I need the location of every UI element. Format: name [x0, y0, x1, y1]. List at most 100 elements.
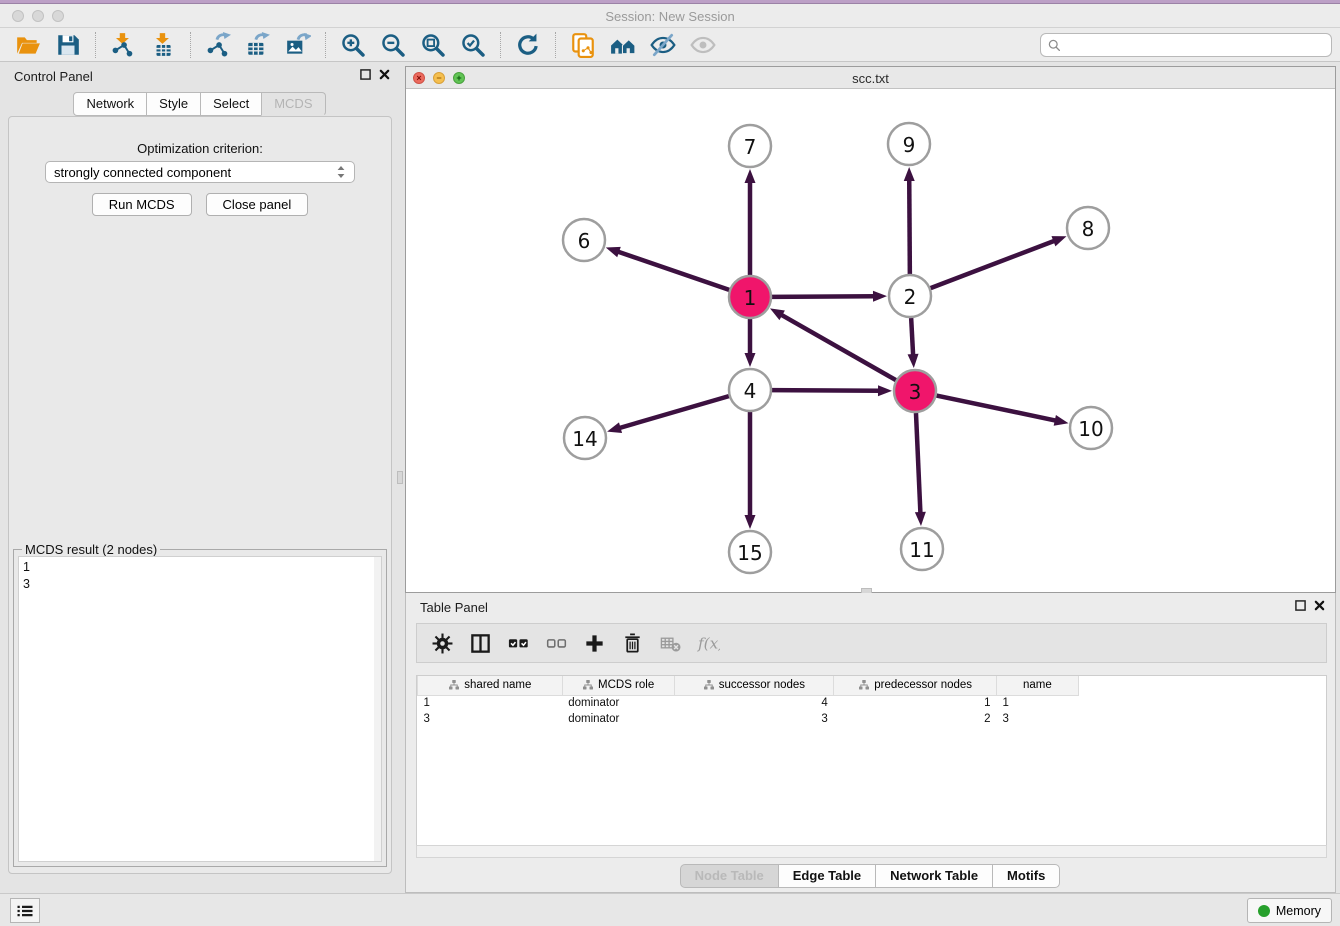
float-panel-icon[interactable]	[360, 69, 371, 80]
table-cell[interactable]: 2	[834, 711, 997, 727]
table-options-button[interactable]	[425, 628, 459, 658]
tab-motifs[interactable]: Motifs	[992, 864, 1060, 888]
search-box[interactable]	[1040, 33, 1332, 57]
float-table-panel-icon[interactable]	[1295, 600, 1306, 611]
zoom-out-icon	[380, 32, 406, 58]
tab-network-table[interactable]: Network Table	[875, 864, 993, 888]
close-table-panel-icon[interactable]	[1314, 600, 1325, 611]
open-session-button[interactable]	[8, 30, 48, 60]
search-input[interactable]	[1062, 38, 1325, 52]
table-cell[interactable]: 1	[997, 695, 1079, 711]
table-horizontal-scrollbar[interactable]	[416, 845, 1327, 858]
edge-3-10[interactable]	[937, 396, 1057, 421]
table-cell[interactable]: 1	[834, 695, 997, 711]
table-cell[interactable]: 3	[418, 711, 563, 727]
tab-edge-table[interactable]: Edge Table	[778, 864, 876, 888]
memory-button[interactable]: Memory	[1247, 898, 1332, 923]
table-row[interactable]: 3dominator323	[418, 711, 1327, 727]
deselect-all-button[interactable]	[539, 628, 573, 658]
tab-mcds[interactable]: MCDS	[261, 92, 325, 116]
edge-1-2[interactable]	[772, 296, 875, 297]
select-arrows-icon	[336, 165, 346, 179]
export-image-button[interactable]	[278, 30, 318, 60]
table-cell[interactable]: dominator	[562, 711, 674, 727]
run-mcds-button[interactable]: Run MCDS	[92, 193, 192, 216]
graph-node-7[interactable]: 7	[729, 125, 771, 167]
table-cell[interactable]: 3	[674, 711, 834, 727]
import-table-icon	[150, 32, 176, 58]
edge-2-8[interactable]	[931, 240, 1056, 288]
vertical-splitter-grip[interactable]	[397, 471, 403, 484]
trash-icon	[621, 632, 644, 655]
column-header-successor-nodes[interactable]: successor nodes	[674, 676, 834, 695]
hide-selected-button[interactable]	[643, 30, 683, 60]
edge-4-3[interactable]	[772, 390, 880, 391]
edge-2-3[interactable]	[911, 318, 913, 356]
toolbar-separator	[325, 32, 326, 58]
fx-icon: f(x)	[697, 632, 720, 655]
edge-1-6[interactable]	[617, 251, 729, 289]
table-cell[interactable]: 3	[997, 711, 1079, 727]
show-columns-button[interactable]	[463, 628, 497, 658]
show-all-button[interactable]	[683, 30, 723, 60]
graph-node-14[interactable]: 14	[564, 417, 606, 459]
copy-network-button[interactable]	[563, 30, 603, 60]
delete-columns-button[interactable]	[615, 628, 649, 658]
zoom-in-button[interactable]	[333, 30, 373, 60]
refresh-icon	[515, 32, 541, 58]
zoom-selected-button[interactable]	[453, 30, 493, 60]
edge-3-11[interactable]	[916, 413, 920, 514]
tab-style[interactable]: Style	[146, 92, 201, 116]
import-network-button[interactable]	[103, 30, 143, 60]
task-history-button[interactable]	[10, 898, 40, 923]
col-tree-icon	[448, 679, 460, 691]
graph-node-15[interactable]: 15	[729, 531, 771, 573]
zoom-out-button[interactable]	[373, 30, 413, 60]
column-header-predecessor-nodes[interactable]: predecessor nodes	[834, 676, 997, 695]
table-cell[interactable]: 1	[418, 695, 563, 711]
result-scrollbar[interactable]	[374, 557, 381, 861]
graph-node-10[interactable]: 10	[1070, 407, 1112, 449]
zoom-fit-button[interactable]	[413, 30, 453, 60]
mcds-result-text[interactable]: 13	[18, 556, 382, 862]
open-folder-icon	[15, 32, 41, 58]
network-canvas[interactable]: 7 9 6 8 1 2 4 3 14 10 15 11	[406, 89, 1335, 592]
save-icon	[55, 32, 81, 58]
edge-4-14[interactable]	[619, 396, 729, 428]
close-panel-icon[interactable]	[379, 69, 390, 80]
import-table-button[interactable]	[143, 30, 183, 60]
create-column-button[interactable]	[577, 628, 611, 658]
apply-function-button: f(x)	[691, 628, 725, 658]
tab-network[interactable]: Network	[73, 92, 147, 116]
save-session-button[interactable]	[48, 30, 88, 60]
refresh-button[interactable]	[508, 30, 548, 60]
graph-node-9[interactable]: 9	[888, 123, 930, 165]
edge-3-1[interactable]	[780, 314, 895, 380]
column-header-shared-name[interactable]: shared name	[418, 676, 563, 695]
export-network-button[interactable]	[198, 30, 238, 60]
table-panel-title: Table Panel	[420, 600, 488, 615]
graph-node-3[interactable]: 3	[894, 370, 936, 412]
graph-node-4[interactable]: 4	[729, 369, 771, 411]
node-label-3: 3	[909, 380, 922, 404]
column-header-name[interactable]: name	[997, 676, 1079, 695]
column-header-MCDS-role[interactable]: MCDS role	[562, 676, 674, 695]
select-all-button[interactable]	[501, 628, 535, 658]
tab-select[interactable]: Select	[200, 92, 262, 116]
table-row[interactable]: 1dominator411	[418, 695, 1327, 711]
graph-node-2[interactable]: 2	[889, 275, 931, 317]
first-neighbors-button[interactable]	[603, 30, 643, 60]
graph-node-6[interactable]: 6	[563, 219, 605, 261]
export-table-button[interactable]	[238, 30, 278, 60]
table-cell[interactable]: dominator	[562, 695, 674, 711]
graph-node-1[interactable]: 1	[729, 276, 771, 318]
table-cell[interactable]: 4	[674, 695, 834, 711]
close-panel-button[interactable]: Close panel	[206, 193, 309, 216]
edge-2-9[interactable]	[909, 179, 910, 274]
plus-icon	[583, 632, 606, 655]
optimization-criterion-select[interactable]: strongly connected component	[45, 161, 355, 183]
graph-node-11[interactable]: 11	[901, 528, 943, 570]
edge-arrow-3-11	[915, 512, 926, 526]
tab-node-table[interactable]: Node Table	[680, 864, 779, 888]
graph-node-8[interactable]: 8	[1067, 207, 1109, 249]
